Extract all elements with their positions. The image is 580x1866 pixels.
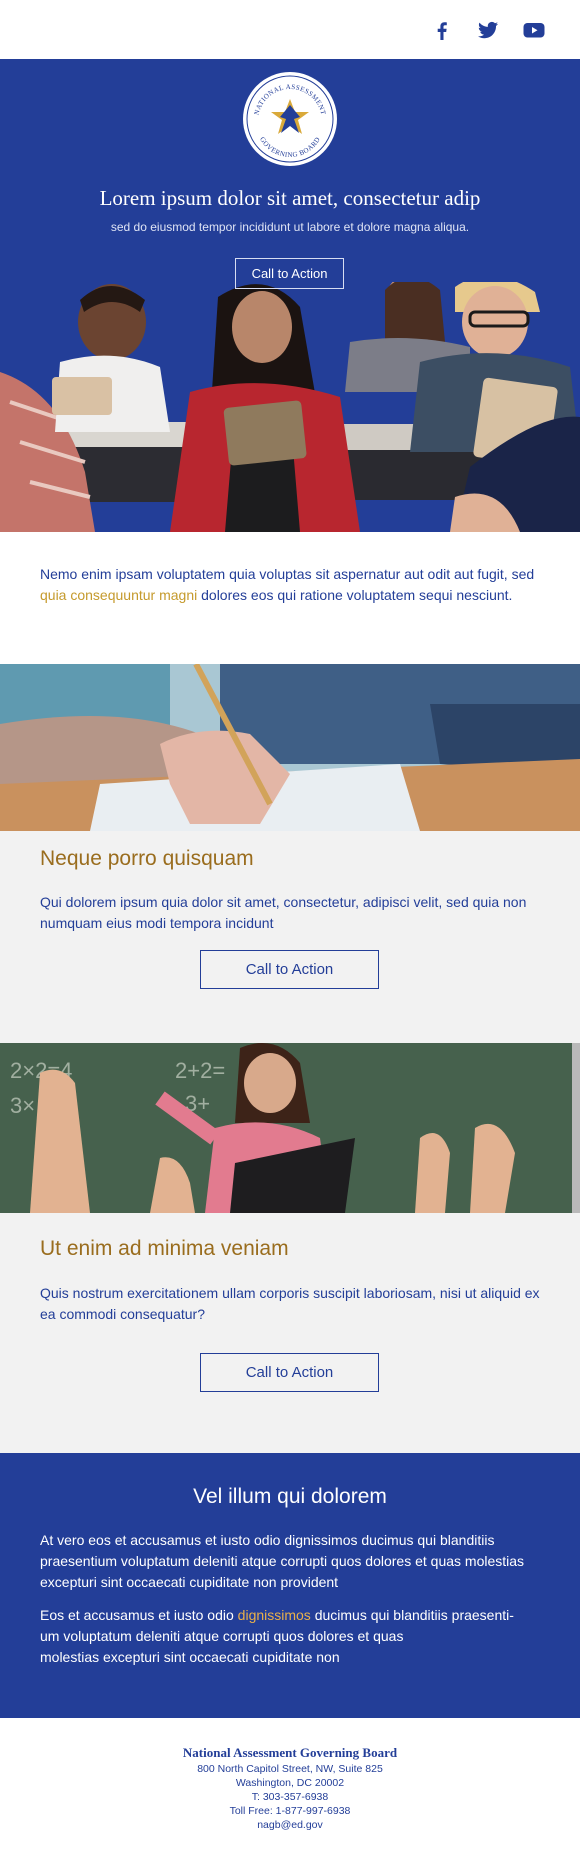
section-2-cta-button[interactable]: Call to Action: [200, 1353, 379, 1392]
student-writing-photo: [0, 664, 580, 831]
footer-org-name: National Assessment Governing Board: [182, 1745, 398, 1760]
section-1-title: Neque porro quisquam: [40, 847, 254, 870]
band-p2-text-before: Eos et accusamus et iusto odio: [40, 1607, 238, 1623]
section-2-title: Ut enim ad minima veniam: [40, 1237, 289, 1260]
band-paragraph-1: At vero eos et accusamus et iusto odio d…: [40, 1532, 525, 1590]
band-paragraph-2-line-1: Eos et accusamus et iusto odio dignissim…: [40, 1605, 545, 1626]
nagb-logo[interactable]: NATIONAL ASSESSMENT GOVERNING BOARD: [242, 71, 338, 167]
intro-highlight: quia consequuntur magni: [40, 587, 198, 603]
footer-address-1: 800 North Capitol Street, NW, Suite 825: [197, 1763, 383, 1775]
hero-title: Lorem ipsum dolor sit amet, consectetur …: [99, 186, 481, 210]
svg-text:2+2=: 2+2=: [175, 1058, 225, 1083]
footer-email-link[interactable]: nagb@ed.gov: [0, 1819, 580, 1831]
svg-text:3×: 3×: [10, 1093, 35, 1118]
footer-tollfree: Toll Free: 1-877-997-6938: [229, 1805, 351, 1817]
band-p2-line1-after: ducimus qui blanditiis praesenti-: [310, 1607, 514, 1623]
intro-text-before: Nemo enim ipsam voluptatem quia voluptas…: [40, 566, 535, 582]
hero-cta-button[interactable]: Call to Action: [235, 258, 344, 289]
band-paragraph-2: Eos et accusamus et iusto odio dignissim…: [40, 1605, 545, 1668]
intro-paragraph: Nemo enim ipsam voluptatem quia voluptas…: [40, 564, 540, 606]
band-p2-highlight: dignissimos: [237, 1607, 311, 1623]
info-band: Vel illum qui dolorem At vero eos et acc…: [0, 1453, 580, 1718]
hero-banner: NATIONAL ASSESSMENT GOVERNING BOARD Lore…: [0, 59, 580, 532]
band-paragraph-2-line-3: molestias excepturi sint occaecati cupid…: [40, 1649, 340, 1665]
section-1-text: Qui dolorem ipsum quia dolor sit amet, c…: [40, 894, 527, 931]
section-2-text: Quis nostrum exercitationem ullam corpor…: [40, 1285, 540, 1322]
facebook-icon[interactable]: [430, 18, 454, 42]
footer: National Assessment Governing Board 800 …: [0, 1718, 580, 1866]
footer-phone: T: 303-357-6938: [251, 1791, 329, 1803]
social-links: [430, 18, 546, 42]
section-2: Ut enim ad minima veniam Quis nostrum ex…: [0, 1213, 580, 1453]
section-1-cta-button[interactable]: Call to Action: [200, 950, 379, 989]
section-1: Neque porro quisquam Qui dolorem ipsum q…: [0, 831, 580, 1043]
footer-address-2: Washington, DC 20002: [235, 1777, 345, 1789]
band-title: Vel illum qui dolorem: [193, 1485, 387, 1508]
classroom-hero-photo: [0, 282, 580, 532]
hero-subtitle: sed do eiusmod tempor incididunt ut labo…: [110, 220, 470, 234]
teacher-classroom-photo: 2×2=4 3× 2+2= 3+: [0, 1043, 580, 1213]
twitter-icon[interactable]: [476, 18, 500, 42]
top-bar: [0, 0, 580, 59]
band-paragraph-2-line-2: um voluptatum deleniti atque corrupti qu…: [40, 1628, 404, 1644]
intro-text-after: dolores eos qui ratione voluptatem sequi…: [197, 587, 513, 603]
youtube-icon[interactable]: [522, 18, 546, 42]
